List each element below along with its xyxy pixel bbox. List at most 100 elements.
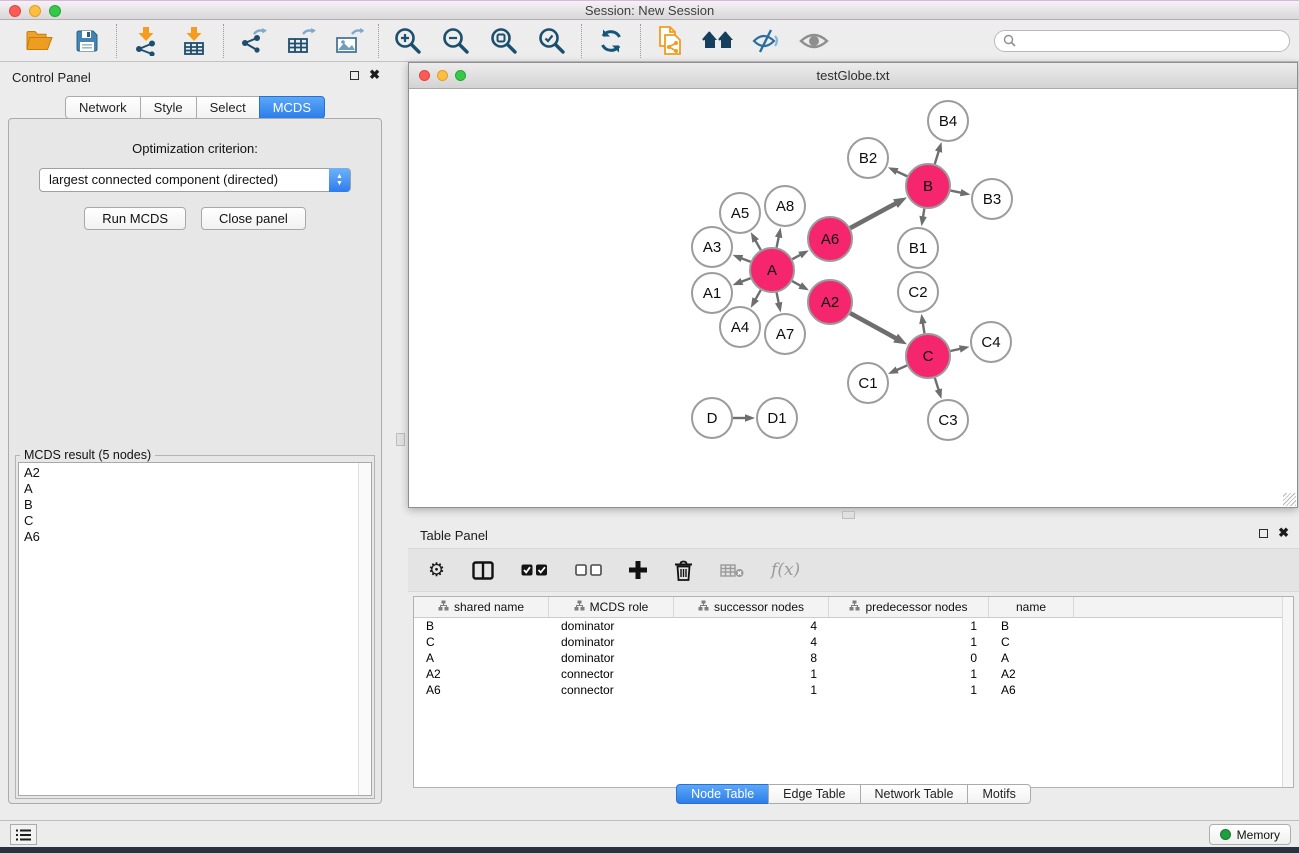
graph-node-A4[interactable]: A4 [720,307,760,347]
edge-B-B2[interactable] [896,171,907,176]
edge-B-B4[interactable] [935,151,939,164]
edge-C-C3[interactable] [935,378,939,390]
maximize-window-icon[interactable] [49,5,61,17]
deselect-all-checks-icon[interactable] [575,564,602,576]
save-session-icon[interactable] [69,24,105,58]
table-tab-edge-table[interactable]: Edge Table [768,784,860,804]
column-header-successor-nodes[interactable]: successor nodes [674,597,829,617]
table-tab-node-table[interactable]: Node Table [676,784,769,804]
close-table-panel-icon[interactable]: ✖ [1278,528,1289,538]
graph-node-B3[interactable]: B3 [972,179,1012,219]
table-cell[interactable]: 1 [829,682,989,698]
edge-B-B3[interactable] [951,191,962,193]
search-input[interactable] [1021,34,1281,48]
zoom-fit-icon[interactable] [486,24,522,58]
edge-B-B1[interactable] [923,209,924,218]
graph-node-A[interactable]: A [750,248,794,292]
select-all-checks-icon[interactable] [521,564,548,576]
go-home-icon[interactable] [700,24,736,58]
graph-node-A2[interactable]: A2 [808,280,852,324]
graph-node-C[interactable]: C [906,334,950,378]
node-table[interactable]: shared nameMCDS rolesuccessor nodesprede… [413,596,1294,788]
table-scrollbar[interactable] [1282,597,1293,787]
table-tab-motifs[interactable]: Motifs [967,784,1030,804]
delete-column-trash-icon[interactable] [674,560,693,581]
graph-node-C4[interactable]: C4 [971,322,1011,362]
table-cell[interactable]: A6 [989,682,1074,698]
close-panel-button[interactable]: Close panel [201,207,306,230]
table-tab-network-table[interactable]: Network Table [860,784,969,804]
table-row[interactable]: Bdominator41B [414,618,1293,634]
network-minimize-icon[interactable] [437,70,448,81]
table-cell[interactable]: dominator [549,618,674,634]
edge-C-C1[interactable] [896,365,907,370]
result-item[interactable]: A [24,481,371,497]
table-cell[interactable]: 4 [674,618,829,634]
network-window-titlebar[interactable]: testGlobe.txt [409,63,1297,89]
graph-node-D[interactable]: D [692,398,732,438]
table-cell[interactable]: B [414,618,549,634]
table-row[interactable]: A6connector11A6 [414,682,1293,698]
table-cell[interactable]: 1 [674,666,829,682]
minimize-window-icon[interactable] [29,5,41,17]
table-cell[interactable]: connector [549,682,674,698]
edge-C-C4[interactable] [950,349,960,351]
graph-node-A7[interactable]: A7 [765,314,805,354]
export-image-icon[interactable] [331,24,367,58]
network-close-icon[interactable] [419,70,430,81]
open-session-icon[interactable] [21,24,57,58]
graph-node-C2[interactable]: C2 [898,272,938,312]
close-window-icon[interactable] [9,5,21,17]
edge-A-A4[interactable] [755,290,761,300]
graph-node-A6[interactable]: A6 [808,217,852,261]
table-row[interactable]: Cdominator41C [414,634,1293,650]
graph-node-C3[interactable]: C3 [928,400,968,440]
edge-A-A5[interactable] [755,240,761,250]
table-cell[interactable]: C [414,634,549,650]
float-table-panel-icon[interactable] [1259,529,1268,538]
table-cell[interactable]: A2 [989,666,1074,682]
delete-table-icon[interactable] [720,563,744,578]
graph-node-C1[interactable]: C1 [848,363,888,403]
result-list-scrollbar[interactable] [358,463,371,795]
edge-A-A2[interactable] [792,281,801,286]
import-network-icon[interactable] [128,24,164,58]
table-cell[interactable]: 1 [674,682,829,698]
table-cell[interactable]: A6 [414,682,549,698]
edge-A-A8[interactable] [777,236,779,247]
edge-A-A3[interactable] [741,258,751,262]
table-cell[interactable]: 0 [829,650,989,666]
table-cell[interactable]: dominator [549,634,674,650]
vertical-splitter-handle[interactable] [396,433,405,446]
close-panel-icon[interactable]: ✖ [369,70,380,80]
column-header-predecessor-nodes[interactable]: predecessor nodes [829,597,989,617]
column-view-icon[interactable] [472,561,494,580]
graph-node-A8[interactable]: A8 [765,186,805,226]
duplicate-network-icon[interactable] [652,24,688,58]
table-cell[interactable]: connector [549,666,674,682]
show-eye-icon[interactable] [796,24,832,58]
column-header-name[interactable]: name [989,597,1074,617]
graph-node-B4[interactable]: B4 [928,101,968,141]
tab-mcds[interactable]: MCDS [259,96,325,119]
select-stepper-icon[interactable]: ▲▼ [329,168,350,192]
edge-A-A1[interactable] [741,278,751,282]
table-cell[interactable]: 4 [674,634,829,650]
network-canvas[interactable]: B4B2BB3A8A5A6A3B1AC2A1A2A4A7C4CC1DD1C3 [409,89,1297,507]
table-cell[interactable]: 1 [829,618,989,634]
function-builder-icon[interactable]: f(x) [771,560,800,580]
table-cell[interactable]: 8 [674,650,829,666]
table-cell[interactable]: 1 [829,634,989,650]
tab-network[interactable]: Network [65,96,141,119]
table-row[interactable]: Adominator80A [414,650,1293,666]
graph-node-A5[interactable]: A5 [720,193,760,233]
result-item[interactable]: A6 [24,529,371,545]
table-cell[interactable]: dominator [549,650,674,666]
table-cell[interactable]: B [989,618,1074,634]
table-row[interactable]: A2connector11A2 [414,666,1293,682]
mcds-result-list[interactable]: A2ABCA6 [18,462,372,796]
horizontal-splitter-handle[interactable] [842,511,855,519]
table-settings-gear-icon[interactable]: ⚙ [428,561,445,580]
edge-A-A7[interactable] [777,293,779,304]
criterion-select[interactable]: largest connected component (directed) ▲… [39,168,351,192]
